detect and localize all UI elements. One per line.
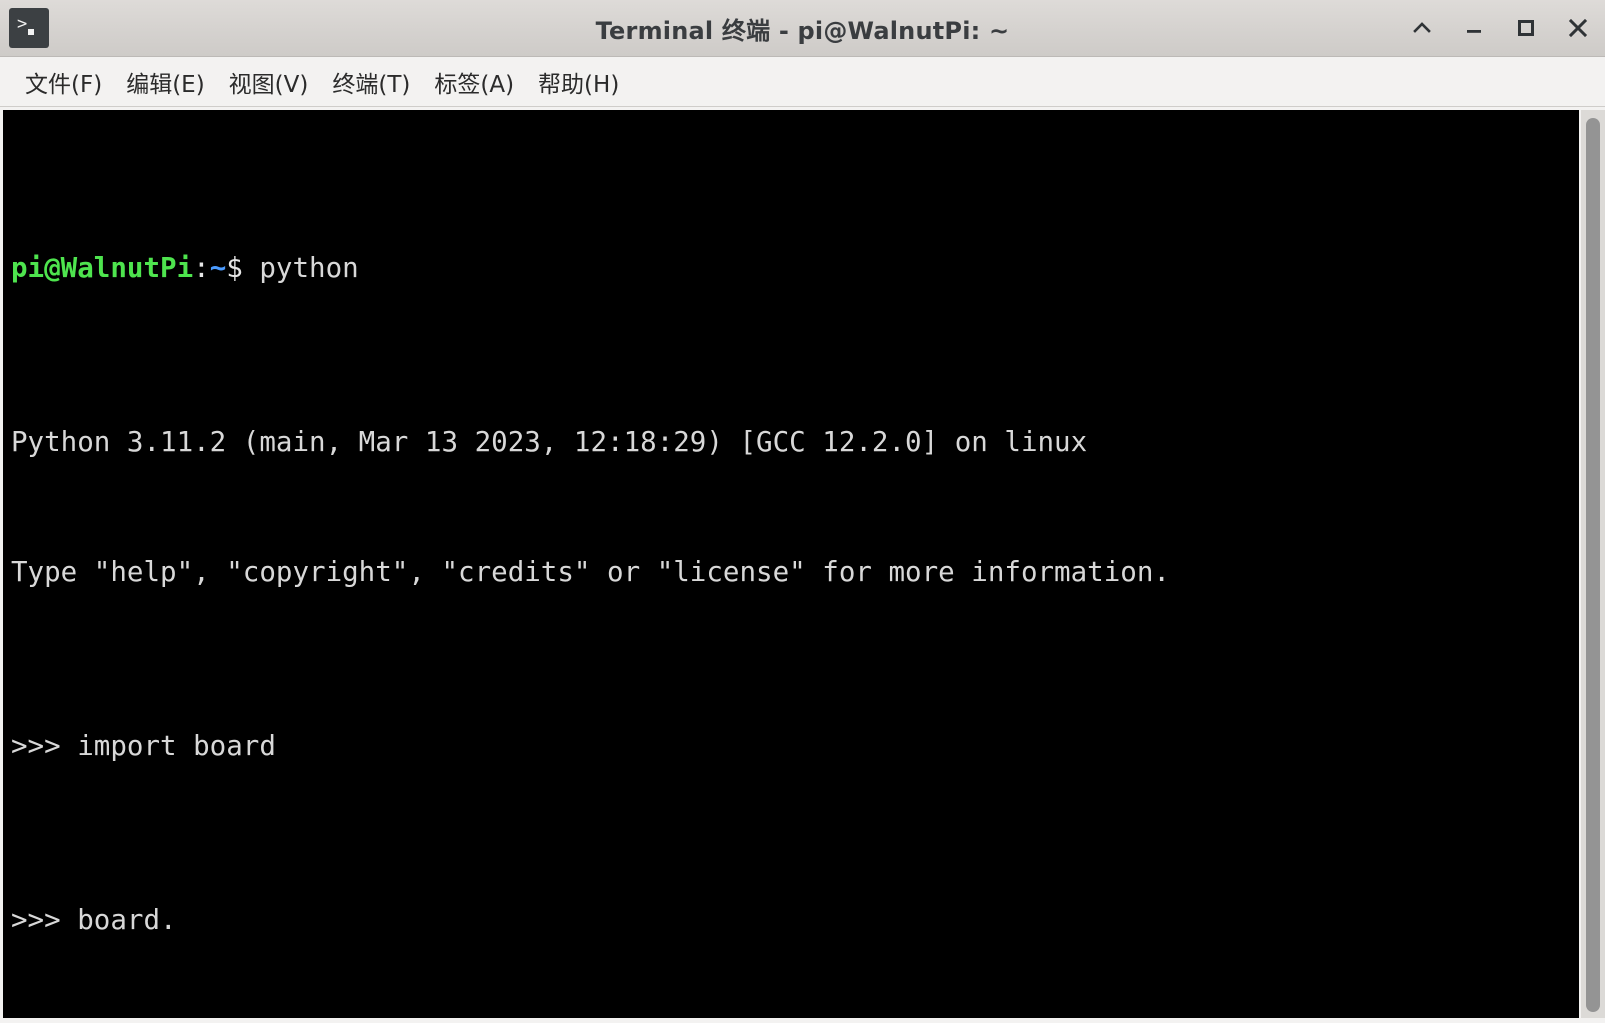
menu-view[interactable]: 视图(V)	[217, 63, 321, 101]
close-button[interactable]	[1565, 15, 1591, 41]
prompt-underscore-glyph	[28, 29, 34, 35]
menu-help[interactable]: 帮助(H)	[526, 63, 631, 101]
shell-command: python	[259, 251, 359, 284]
prompt-chevron-glyph: >	[17, 14, 28, 34]
shell-prompt-line: pi@WalnutPi:~$ python	[11, 247, 1579, 291]
menu-file[interactable]: 文件(F)	[13, 63, 114, 101]
vertical-scrollbar[interactable]	[1581, 110, 1605, 1018]
menu-edit[interactable]: 编辑(E)	[114, 63, 216, 101]
terminal-window: > Terminal 终端 - pi@WalnutPi: ~ 文件(F) 编辑(…	[0, 0, 1605, 1023]
terminal-screen[interactable]: pi@WalnutPi:~$ python Python 3.11.2 (mai…	[3, 110, 1579, 1018]
menu-bar: 文件(F) 编辑(E) 视图(V) 终端(T) 标签(A) 帮助(H)	[0, 57, 1605, 107]
shade-button[interactable]	[1409, 15, 1435, 41]
scrollbar-thumb[interactable]	[1586, 118, 1600, 1012]
prompt-colon: :	[193, 251, 210, 284]
prompt-user-host: pi@WalnutPi	[11, 251, 194, 284]
title-bar[interactable]: > Terminal 终端 - pi@WalnutPi: ~	[0, 0, 1605, 57]
maximize-button[interactable]	[1513, 15, 1539, 41]
py-input-text: board.	[77, 904, 177, 936]
menu-terminal[interactable]: 终端(T)	[320, 63, 422, 101]
py-input-text: import board	[77, 730, 276, 762]
terminal-text: pi@WalnutPi:~$ python Python 3.11.2 (mai…	[11, 116, 1579, 1018]
menu-tabs[interactable]: 标签(A)	[422, 63, 526, 101]
python-banner-line-2: Type "help", "copyright", "credits" or "…	[11, 556, 1170, 588]
minimize-button[interactable]	[1461, 15, 1487, 41]
python-input-board: >>> board.	[11, 899, 1579, 943]
prompt-dollar: $	[226, 251, 260, 284]
py-prompt: >>>	[11, 904, 78, 936]
python-banner-line-1: Python 3.11.2 (main, Mar 13 2023, 12:18:…	[11, 425, 1088, 458]
terminal-prompt-icon: >	[9, 8, 49, 48]
terminal-area: pi@WalnutPi:~$ python Python 3.11.2 (mai…	[0, 107, 1605, 1022]
py-prompt: >>>	[11, 730, 78, 762]
python-input-import: >>> import board	[11, 725, 1579, 769]
window-controls	[1409, 0, 1591, 56]
window-title: Terminal 终端 - pi@WalnutPi: ~	[595, 16, 1010, 45]
prompt-path: ~	[209, 251, 227, 284]
